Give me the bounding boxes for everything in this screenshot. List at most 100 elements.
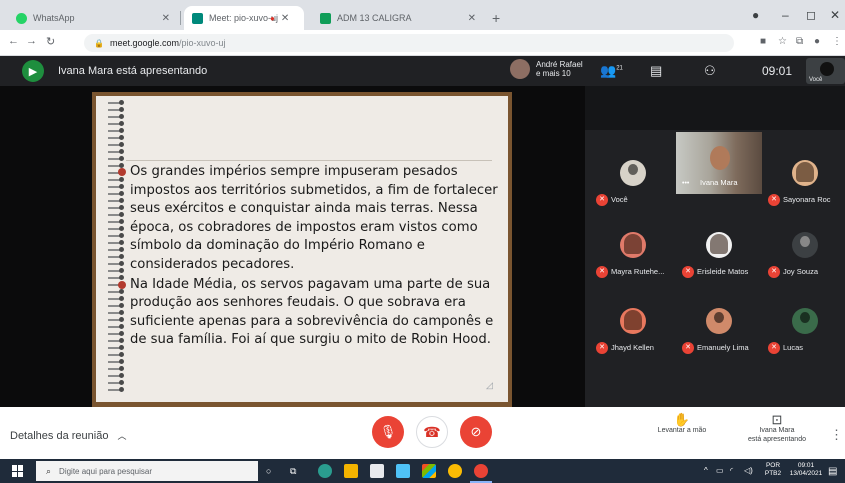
address-bar[interactable]: 🔒 meet.google.com /pio-xuvo-uj bbox=[84, 34, 734, 52]
spiral-ring bbox=[108, 387, 124, 393]
spiral-ring bbox=[108, 324, 124, 330]
search-placeholder: Digite aqui para pesquisar bbox=[59, 466, 152, 476]
chat-icon[interactable]: ▤ bbox=[650, 63, 662, 79]
browser-tab-whatsapp[interactable]: WhatsApp ✕ bbox=[8, 6, 178, 30]
spiral-ring bbox=[108, 247, 124, 253]
spiral-ring bbox=[108, 100, 124, 106]
tab-title: WhatsApp bbox=[33, 13, 75, 23]
participant-tile-speaking[interactable]: ••• Ivana Mara bbox=[676, 132, 762, 194]
reload-icon[interactable]: ↻ bbox=[46, 35, 55, 48]
pinned-participants[interactable]: André Rafael e mais 10 bbox=[510, 59, 583, 79]
present-screen-icon: ▶ bbox=[22, 60, 44, 82]
people-button[interactable]: 👥21 bbox=[600, 63, 623, 79]
mic-off-icon: ✕ bbox=[768, 342, 780, 354]
edge-icon[interactable] bbox=[318, 464, 332, 478]
participant-name: Emanuely Lima bbox=[697, 343, 749, 352]
cortana-icon[interactable]: ○ bbox=[266, 466, 271, 476]
browser-toolbar: ← → ↻ 🔒 meet.google.com /pio-xuvo-uj ■ ☆… bbox=[0, 30, 845, 56]
spiral-ring bbox=[108, 149, 124, 155]
avatar-head bbox=[800, 236, 810, 247]
participant-name: Mayra Rutehe... bbox=[611, 267, 665, 276]
office-icon[interactable] bbox=[422, 464, 436, 478]
chevron-up-icon[interactable]: ^ bbox=[704, 466, 708, 475]
spiral-ring bbox=[108, 205, 124, 211]
maximize-icon[interactable]: ◻ bbox=[806, 8, 816, 22]
avatar bbox=[792, 308, 818, 334]
taskbar-clock[interactable]: 09:01 13/04/2021 bbox=[788, 462, 824, 478]
spiral-ring bbox=[108, 310, 124, 316]
battery-icon[interactable]: ▭ bbox=[716, 466, 724, 475]
participant-tile[interactable]: ✕ Erisleide Matos bbox=[676, 230, 762, 292]
extension-icon[interactable]: ⧉ bbox=[796, 36, 803, 47]
activities-icon[interactable]: ⚇ bbox=[704, 63, 716, 79]
forward-icon[interactable]: → bbox=[26, 35, 37, 47]
keyboard-language[interactable]: POR PTB2 bbox=[762, 462, 784, 478]
presentation-status-button[interactable]: ⊡ Ivana Mara está apresentando bbox=[742, 413, 812, 444]
spiral-ring bbox=[108, 156, 124, 162]
participant-tile[interactable]: ✕ Sayonara Roc bbox=[762, 158, 845, 220]
file-explorer-icon[interactable] bbox=[344, 464, 358, 478]
tab-recording-indicators: ● ✕ bbox=[262, 6, 308, 30]
spiral-ring bbox=[108, 135, 124, 141]
spiral-ring bbox=[108, 226, 124, 232]
close-icon[interactable]: ✕ bbox=[468, 13, 476, 24]
participant-tile[interactable]: ✕ Joy Souza bbox=[762, 230, 845, 292]
participant-tile[interactable]: ✕ Você bbox=[590, 158, 676, 220]
avatar-hair bbox=[624, 234, 642, 254]
spiral-ring bbox=[108, 380, 124, 386]
lock-icon: 🔒 bbox=[94, 38, 104, 48]
slide-rule bbox=[126, 160, 492, 161]
store-icon[interactable] bbox=[370, 464, 384, 478]
chrome-active-icon[interactable] bbox=[474, 464, 488, 478]
participant-tile[interactable]: ✕ Lucas bbox=[762, 306, 845, 368]
details-label: Detalhes da reunião bbox=[10, 430, 109, 442]
network-icon[interactable]: ◜ bbox=[730, 466, 733, 475]
slide-text: Os grandes impérios sempre impuseram pes… bbox=[118, 163, 500, 351]
menu-icon[interactable]: ⋮ bbox=[832, 36, 842, 47]
mic-toggle-button[interactable]: 🎙 bbox=[372, 416, 404, 448]
audio-level-icon: ••• bbox=[682, 180, 690, 187]
avatar[interactable]: ● bbox=[814, 36, 820, 47]
task-view-icon[interactable]: ⧉ bbox=[290, 466, 296, 477]
participant-name: Ivana Mara bbox=[700, 178, 738, 187]
avatar bbox=[706, 308, 732, 334]
volume-icon[interactable]: ◁) bbox=[744, 466, 753, 475]
close-window-icon[interactable]: ✕ bbox=[830, 8, 840, 22]
spiral-ring bbox=[108, 261, 124, 267]
meeting-details-button[interactable]: Detalhes da reunião ︿ bbox=[10, 429, 127, 442]
participant-tile[interactable]: ✕ Mayra Rutehe... bbox=[590, 230, 676, 292]
participant-tile[interactable]: ✕ Jhayd Kellen bbox=[590, 306, 676, 368]
spiral-ring bbox=[108, 128, 124, 134]
new-tab-button[interactable]: + bbox=[492, 10, 500, 26]
profile-icon[interactable]: ● bbox=[752, 8, 759, 22]
chrome-icon[interactable] bbox=[448, 464, 462, 478]
spiral-ring bbox=[108, 212, 124, 218]
hang-up-icon: ☎ bbox=[423, 423, 441, 440]
raise-hand-button[interactable]: ✋ Levantar a mão bbox=[650, 413, 714, 435]
pinned-name: André Rafael bbox=[536, 60, 583, 69]
browser-tab-classroom[interactable]: ADM 13 CALIGRA ✕ bbox=[312, 6, 484, 30]
paragraph-text: Os grandes impérios sempre impuseram pes… bbox=[130, 164, 498, 272]
people-icon: 👥 bbox=[600, 63, 617, 78]
mail-icon[interactable] bbox=[396, 464, 410, 478]
grid-header-area bbox=[585, 86, 845, 130]
avatar bbox=[792, 232, 818, 258]
close-icon[interactable]: ✕ bbox=[281, 13, 289, 24]
star-icon[interactable]: ☆ bbox=[778, 36, 787, 47]
leave-call-button[interactable]: ☎ bbox=[416, 416, 448, 448]
mic-off-icon: ✕ bbox=[596, 266, 608, 278]
camera-toggle-button[interactable]: ⊘ bbox=[460, 416, 492, 448]
camera-extension-icon[interactable]: ■ bbox=[760, 36, 766, 47]
participant-name: Lucas bbox=[783, 343, 804, 352]
self-label: Você bbox=[809, 77, 823, 83]
close-icon[interactable]: ✕ bbox=[162, 13, 170, 24]
self-view[interactable]: Você bbox=[806, 58, 845, 84]
avatar bbox=[620, 308, 646, 334]
notifications-icon[interactable]: ▤ bbox=[828, 466, 837, 477]
participant-tile[interactable]: ✕ Emanuely Lima bbox=[676, 306, 762, 368]
windows-start-icon[interactable] bbox=[12, 465, 24, 477]
minimize-icon[interactable]: – bbox=[782, 8, 789, 22]
taskbar-search-box[interactable]: ⌕ Digite aqui para pesquisar bbox=[36, 461, 258, 481]
back-icon[interactable]: ← bbox=[8, 35, 19, 47]
more-options-icon[interactable]: ⋮ bbox=[830, 427, 843, 443]
